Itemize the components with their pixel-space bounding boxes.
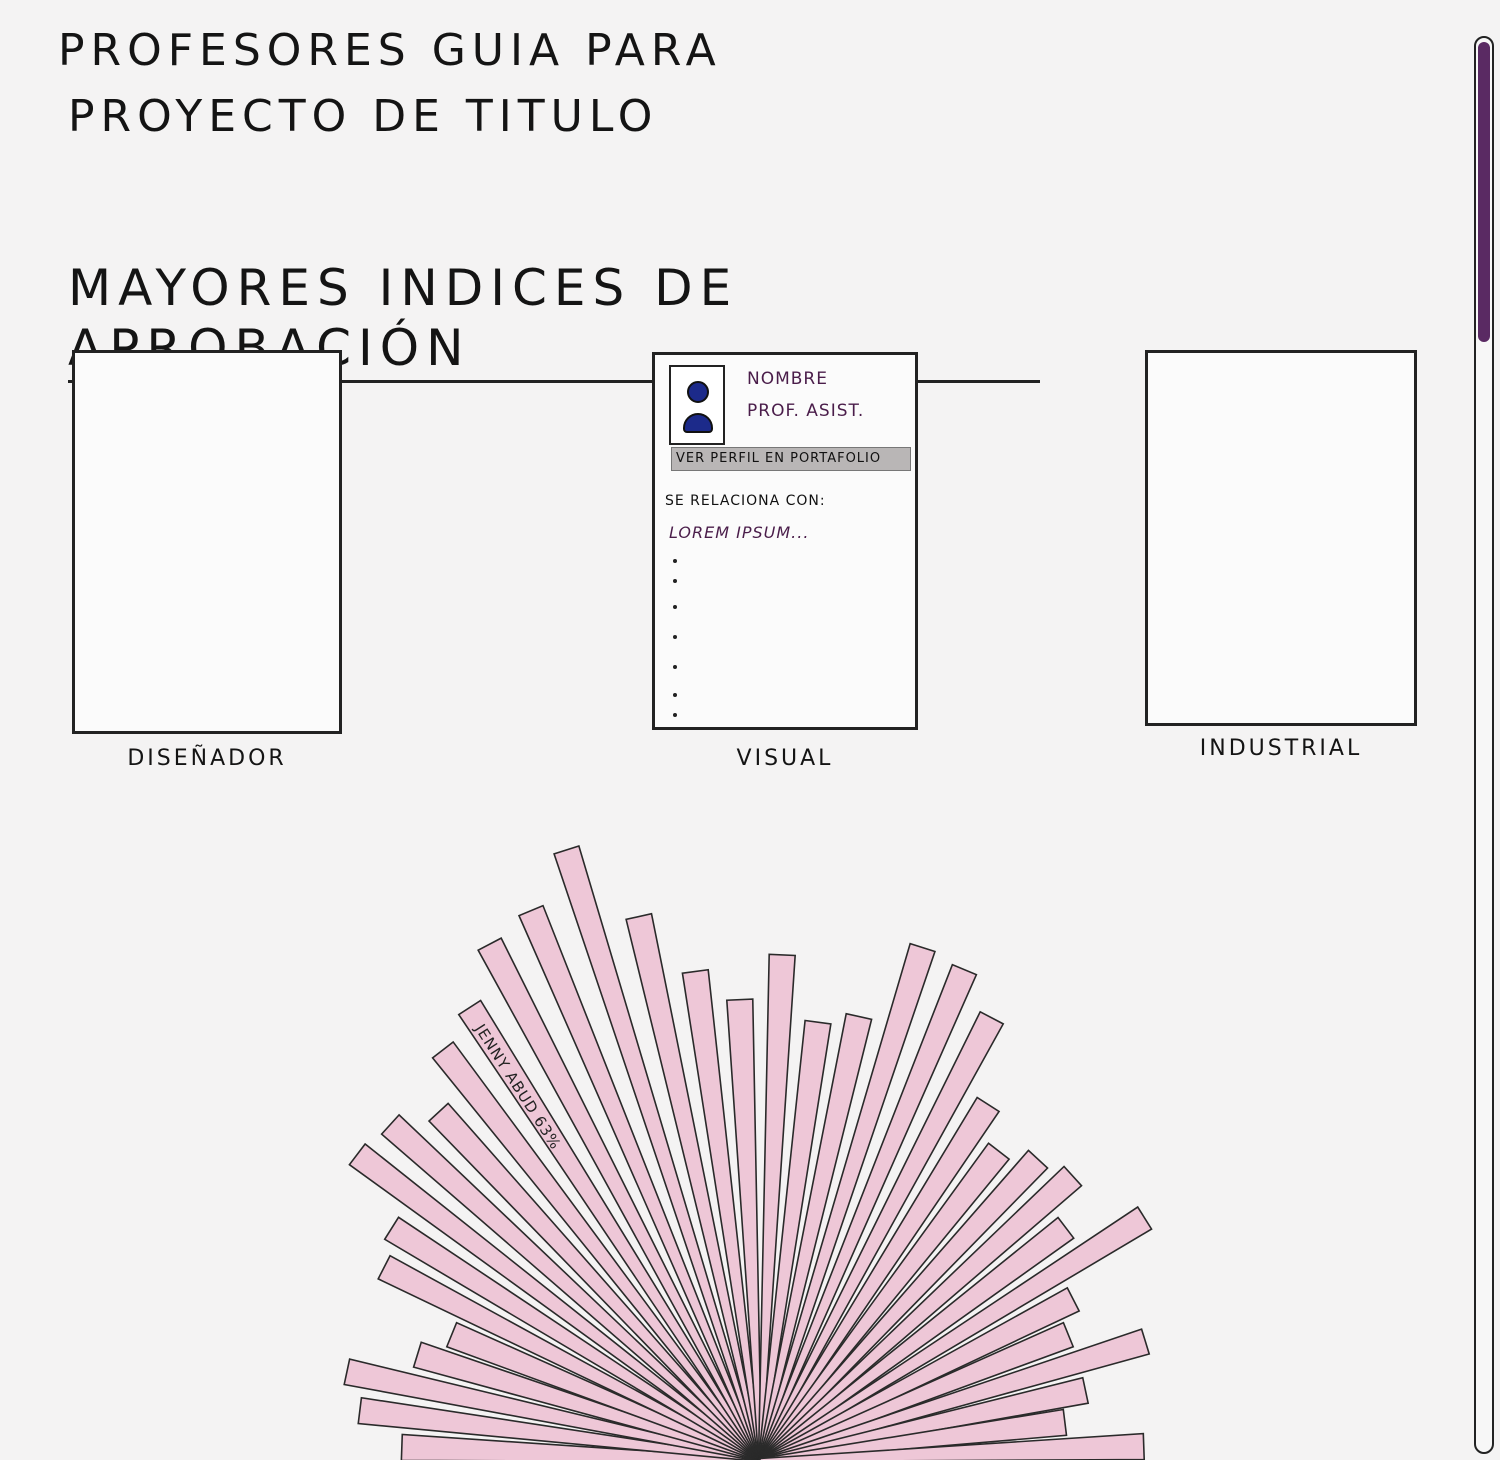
page: PROFESORES GUIA PARA PROYECTO DE TITULO … xyxy=(0,0,1500,1460)
professor-card-visual[interactable]: NOMBRE PROF. ASIST. VER PERFIL EN PORTAF… xyxy=(652,352,918,730)
page-title-line-1: PROFESORES GUIA PARA xyxy=(58,25,722,76)
page-title-line-2: PROYECTO DE TITULO xyxy=(68,91,659,142)
list-bullet xyxy=(673,559,677,563)
card-label-visual: VISUAL xyxy=(736,746,834,771)
list-bullet xyxy=(673,579,677,583)
list-bullet xyxy=(673,693,677,697)
page-title: PROFESORES GUIA PARA PROYECTO DE TITULO xyxy=(58,18,722,150)
view-portfolio-button[interactable]: VER PERFIL EN PORTAFOLIO xyxy=(671,447,911,471)
card-label-industrial: INDUSTRIAL xyxy=(1199,736,1363,761)
relates-item: LOREM IPSUM... xyxy=(669,523,810,542)
professor-card-disenador[interactable] xyxy=(72,350,342,734)
list-bullet xyxy=(673,605,677,609)
relates-label: SE RELACIONA CON: xyxy=(665,493,826,509)
vertical-scrollbar[interactable] xyxy=(1474,36,1494,1454)
scrollbar-thumb[interactable] xyxy=(1478,42,1490,342)
professor-role: PROF. ASIST. xyxy=(747,401,865,421)
approval-fan-chart: JENNY ABUD 63% xyxy=(343,845,1153,1460)
professor-card-industrial[interactable] xyxy=(1145,350,1417,726)
professor-name: NOMBRE xyxy=(747,369,828,389)
avatar-head-icon xyxy=(687,381,709,403)
list-bullet xyxy=(673,713,677,717)
card-label-disenador: DISEÑADOR xyxy=(127,746,287,771)
list-bullet xyxy=(673,635,677,639)
avatar-body-icon xyxy=(683,413,713,433)
list-bullet xyxy=(673,665,677,669)
avatar xyxy=(669,365,725,445)
